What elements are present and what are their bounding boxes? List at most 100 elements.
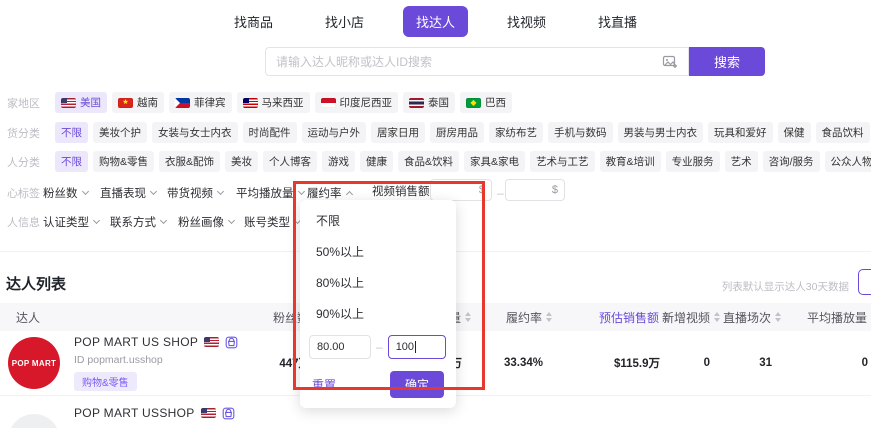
tab-find-creators[interactable]: 找达人 <box>402 5 468 37</box>
top-nav: 找商品 找小店 找达人 找视频 找直播 <box>0 5 871 37</box>
dropdown-option[interactable]: 不限 <box>300 205 456 236</box>
creator-category-chip[interactable]: 艺术 <box>724 151 758 172</box>
column-header-label: 达人 <box>16 310 41 325</box>
tab-find-shops[interactable]: 找小店 <box>312 6 377 37</box>
column-header-7[interactable]: 直播场次 <box>722 309 784 326</box>
search-box[interactable] <box>265 47 689 76</box>
creator-category-chip[interactable]: 家具&家电 <box>464 151 526 172</box>
confirm-button[interactable]: 确定 <box>389 371 444 398</box>
us-flag-icon <box>200 408 216 418</box>
tab-find-videos[interactable]: 找视频 <box>494 6 559 37</box>
column-header-8[interactable]: 平均播放量 <box>784 309 871 326</box>
creator-metric-value: 31 <box>759 357 772 369</box>
column-header-5[interactable]: 预估销售额 <box>555 309 672 326</box>
dropdown-option[interactable]: 80%以上 <box>300 267 456 298</box>
creator-category-chip[interactable]: 教育&培训 <box>599 151 661 172</box>
edge-button[interactable] <box>858 269 871 295</box>
region-chip[interactable]: 马来西亚 <box>236 92 310 113</box>
creator-category-chip[interactable]: 公众人物 <box>824 151 871 172</box>
dropdown-option[interactable]: 50%以上 <box>300 236 456 267</box>
creator-category-chip[interactable]: 美妆 <box>225 151 259 172</box>
creator-category-chip[interactable]: 食品&饮料 <box>398 151 460 172</box>
product-category-chip[interactable]: 手机与数码 <box>548 122 613 143</box>
dropdown-option[interactable]: 90%以上 <box>300 298 456 329</box>
product-category-chip[interactable]: 居家日用 <box>371 122 425 143</box>
search-input[interactable] <box>276 54 654 69</box>
fulfillment-rate-dropdown[interactable]: 履约率 <box>307 185 353 201</box>
region-chip[interactable]: 印度尼西亚 <box>314 92 398 113</box>
creator-category-chip[interactable]: 健康 <box>360 151 394 172</box>
region-chip[interactable]: 美国 <box>55 92 107 113</box>
creator-category-chip[interactable]: 游戏 <box>322 151 356 172</box>
sort-icon <box>546 312 553 322</box>
br-flag-icon <box>466 97 481 108</box>
product-videos-dropdown-label: 带货视频 <box>167 188 213 200</box>
live-performance-dropdown-label: 直播表现 <box>100 188 146 200</box>
creator-category-chip[interactable]: 专业服务 <box>665 151 720 172</box>
video-sales-min-input[interactable]: $ <box>430 179 492 201</box>
follower-profile-dropdown[interactable]: 粉丝画像 <box>178 214 236 230</box>
product-category-chip[interactable]: 保健 <box>777 122 811 143</box>
region-chip-label: 越南 <box>137 97 158 109</box>
id-flag-icon <box>320 97 336 108</box>
product-category-chip[interactable]: 家纺布艺 <box>489 122 543 143</box>
contact-method-dropdown[interactable]: 联系方式 <box>110 214 168 230</box>
product-category-chip[interactable]: 运动与户外 <box>301 122 366 143</box>
region-chip[interactable]: 菲律宾 <box>169 92 232 113</box>
reset-button[interactable]: 重置 <box>312 376 336 393</box>
image-search-icon[interactable] <box>662 54 678 70</box>
creator-name[interactable]: POP MART USSHOP <box>74 406 195 420</box>
region-chip-label: 巴西 <box>485 97 506 109</box>
product-category-chip[interactable]: 时尚配件 <box>242 122 297 143</box>
video-sales-max-input[interactable]: $ <box>505 179 565 201</box>
creator-category-chip[interactable]: 不限 <box>55 151 88 172</box>
column-header-6[interactable]: 新增视频 <box>662 309 722 326</box>
region-filter-label: 家地区 <box>7 97 40 110</box>
region-chip-label: 泰国 <box>428 97 449 109</box>
creator-avatar[interactable]: POP MART <box>8 337 60 389</box>
followers-count-dropdown[interactable]: 粉丝数 <box>43 185 89 201</box>
find-creator-page: 找商品找小店找达人找视频找直播 搜索 家地区 美国 越南 菲律宾 马来西亚 印度尼西亚 泰… <box>0 0 871 428</box>
verification-type-dropdown[interactable]: 认证类型 <box>43 214 101 230</box>
fulfillment-max-input[interactable]: 100 <box>387 335 446 359</box>
region-chip[interactable]: 巴西 <box>460 92 512 113</box>
contact-method-dropdown-label: 联系方式 <box>110 217 156 229</box>
product-category-chip[interactable]: 男装与男士内衣 <box>617 122 703 143</box>
column-header-4[interactable]: 履约率 <box>474 309 555 326</box>
fulfillment-min-input[interactable]: 80.00 <box>309 335 371 359</box>
tab-find-products[interactable]: 找商品 <box>221 6 286 37</box>
creator-name[interactable]: POP MART US SHOP <box>74 335 198 349</box>
creator-category-chip[interactable]: 购物&零售 <box>93 151 155 172</box>
creator-category-chip[interactable]: 咨询/服务 <box>762 151 820 172</box>
tab-find-lives[interactable]: 找直播 <box>585 6 650 37</box>
region-filter-row: 家地区 美国 越南 菲律宾 马来西亚 印度尼西亚 泰国 巴西 <box>0 92 512 113</box>
account-type-dropdown[interactable]: 账号类型 <box>244 214 302 230</box>
chevron-down-icon <box>81 187 89 196</box>
range-dash: – <box>497 186 504 200</box>
creator-tag: 购物&零售 <box>74 372 137 391</box>
creator-metric-value: 0 <box>861 357 868 369</box>
product-category-chip[interactable]: 美妆个护 <box>93 122 147 143</box>
chevron-down-icon <box>92 216 101 225</box>
creator-category-chip[interactable]: 艺术与工艺 <box>530 151 595 172</box>
column-header-0: 达人 <box>0 309 240 326</box>
product-category-chip[interactable]: 不限 <box>55 122 88 143</box>
creator-list-note: 列表默认显示达人30天数据 <box>721 281 849 293</box>
creator-category-chip[interactable]: 个人博客 <box>263 151 318 172</box>
product-category-chip[interactable]: 女装与女士内衣 <box>152 122 238 143</box>
creator-avatar[interactable] <box>8 414 60 428</box>
search-button[interactable]: 搜索 <box>689 47 765 76</box>
live-performance-dropdown[interactable]: 直播表现 <box>100 185 158 201</box>
region-chip[interactable]: 泰国 <box>403 92 455 113</box>
creator-category-chip[interactable]: 衣服&配饰 <box>159 151 221 172</box>
product-category-row: 货分类 不限 美妆个护 女装与女士内衣 时尚配件 运动与户外 居家日用 厨房用品 家纺布艺 手机… <box>0 122 871 143</box>
avg-views-dropdown[interactable]: 平均播放量 <box>236 185 305 201</box>
sort-icon <box>775 312 782 322</box>
product-category-chip[interactable]: 厨房用品 <box>430 122 484 143</box>
chevron-down-icon <box>159 216 168 225</box>
column-header-label: 直播场次 <box>722 310 771 325</box>
product-category-chip[interactable]: 食品饮料 <box>815 122 870 143</box>
region-chip[interactable]: 越南 <box>112 92 164 113</box>
product-videos-dropdown[interactable]: 带货视频 <box>167 185 225 201</box>
product-category-chip[interactable]: 玩具和爱好 <box>708 122 773 143</box>
